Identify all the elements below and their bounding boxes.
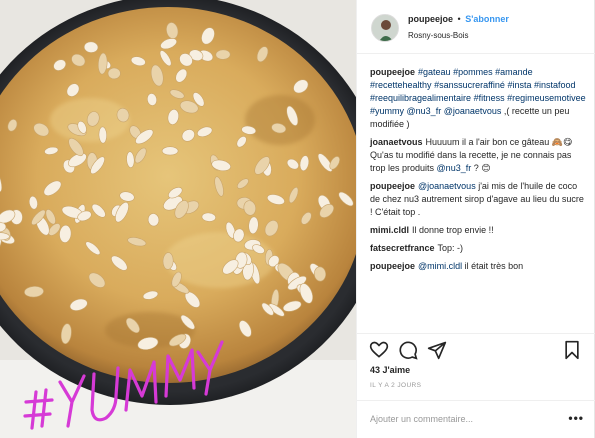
comment-item: poupeejoe @joanaetvous j'ai mis de l'huil… [370,180,588,219]
hashtag-link[interactable]: #fitness [474,93,505,103]
comment-icon[interactable] [398,340,418,360]
hashtag-link[interactable]: #reequilibragealimentaire [370,93,471,103]
action-bar [357,333,595,365]
comment-item: joanaetvous Huuuum il a l'air bon ce gâte… [370,136,588,175]
avatar[interactable] [371,14,399,42]
post-location[interactable]: Rosny-sous-Bois [408,31,468,40]
almond-slice [107,67,121,80]
hashtag-link[interactable]: #pommes [453,67,493,77]
almond-slice [215,49,231,60]
cake-photo-illustration [0,0,356,438]
mention-link[interactable]: @nu3_fr [407,106,442,116]
comment-username[interactable]: poupeejoe [370,261,415,271]
hashtag-link[interactable]: #sanssucreraffiné [434,80,505,90]
add-comment-bar: ••• [357,400,595,438]
hashtag-link[interactable]: #regimeusemotivee [507,93,586,103]
mention-link[interactable]: @mimi.cldl [418,261,462,271]
separator-dot: • [457,14,461,24]
almond-slice [161,146,179,156]
comment-text: Il donne trop envie !! [412,225,494,235]
comment-text: Top: -) [437,243,464,253]
hashtag-link[interactable]: #gateau [418,67,451,77]
post-header: poupeejoe • S'abonner Rosny-sous-Bois [357,0,595,54]
hashtag-link[interactable]: #instafood [534,80,576,90]
profile-photo-icon [372,15,398,41]
more-options-icon[interactable]: ••• [568,411,584,425]
bookmark-icon[interactable] [562,340,582,360]
comment-item: mimi.cldl Il donne trop envie !! [370,224,588,237]
mention-link[interactable]: @joanaetvous [444,106,502,116]
mention-link[interactable]: @joanaetvous [418,181,476,191]
header-line: poupeejoe • S'abonner [408,14,509,24]
post-photo[interactable] [0,0,356,438]
comments-list: poupeejoe #gateau #pommes #amande #recett… [370,66,588,278]
hashtag-link[interactable]: #amande [495,67,533,77]
comment-username[interactable]: fatsecretfrance [370,243,435,253]
mention-link[interactable]: @nu3_fr [437,163,472,173]
comment-username[interactable]: poupeejoe [370,181,415,191]
comment-item: poupeejoe @mimi.cldl il était très bon [370,260,588,273]
comment-username[interactable]: mimi.cldl [370,225,409,235]
header-username[interactable]: poupeejoe [408,14,453,24]
comment-username[interactable]: poupeejoe [370,67,415,77]
post-date[interactable]: IL Y A 2 JOURS [370,382,421,389]
hashtag-link[interactable]: #insta [507,80,531,90]
instagram-post: poupeejoe • S'abonner Rosny-sous-Bois po… [0,0,595,438]
comment-item: fatsecretfrance Top: -) [370,242,588,255]
comment-item: poupeejoe #gateau #pommes #amande #recett… [370,66,588,131]
comment-username[interactable]: joanaetvous [370,137,423,147]
follow-button[interactable]: S'abonner [465,14,509,24]
comment-text: il était très bon [462,261,524,271]
comment-input[interactable] [370,411,550,427]
comment-text: ? 😊 [471,163,491,173]
hashtag-link[interactable]: #recettehealthy [370,80,432,90]
heart-icon[interactable] [369,340,389,360]
post-side-panel: poupeejoe • S'abonner Rosny-sous-Bois po… [356,0,595,438]
hashtag-link[interactable]: #yummy [370,106,404,116]
likes-count[interactable]: 43 J'aime [370,365,410,375]
share-icon[interactable] [427,340,447,360]
